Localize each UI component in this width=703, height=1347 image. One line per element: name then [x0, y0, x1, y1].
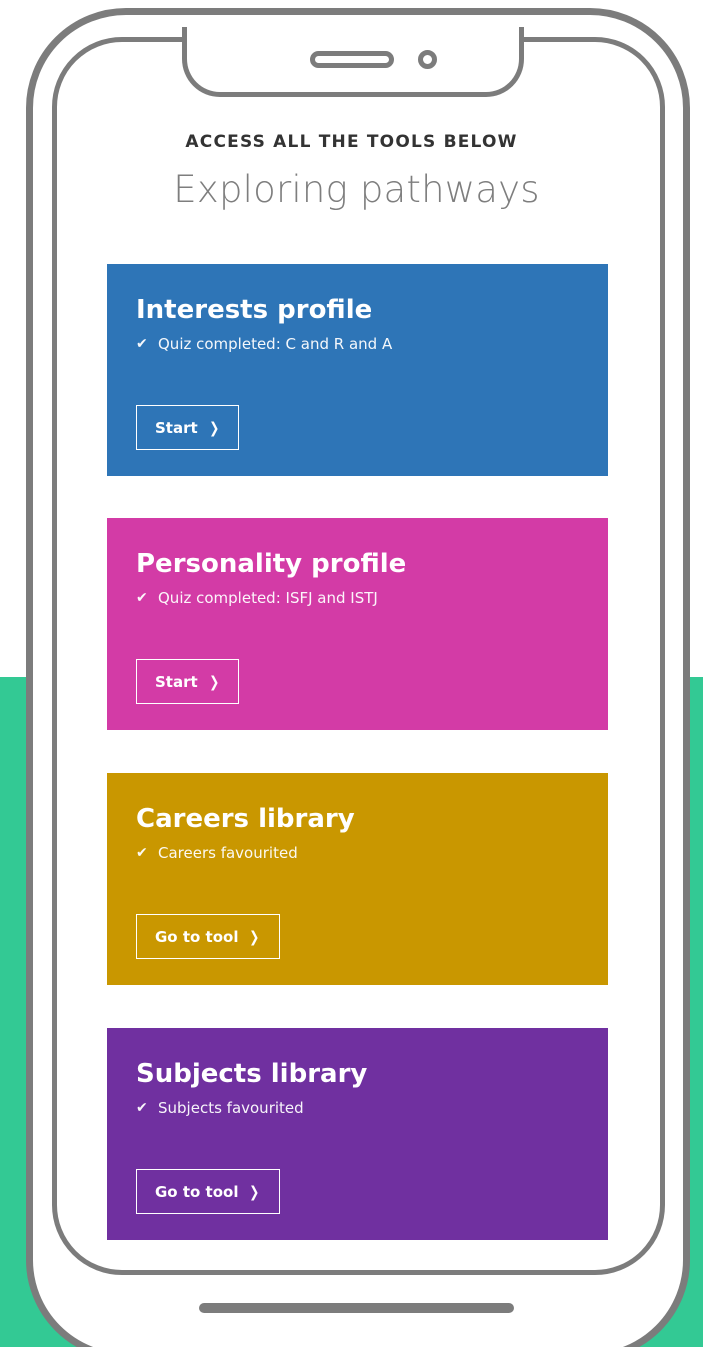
page-title: Exploring pathways: [173, 168, 540, 211]
chevron-right-icon: ❯: [208, 418, 219, 437]
card-personality-profile: Personality profile ✔ Quiz completed: IS…: [107, 518, 608, 730]
button-label: Start: [155, 672, 198, 691]
start-button[interactable]: Start ❯: [136, 405, 240, 450]
go-to-tool-button[interactable]: Go to tool ❯: [136, 914, 281, 959]
button-label: Go to tool: [155, 1182, 239, 1201]
card-title: Personality profile: [136, 549, 407, 579]
card-status: ✔ Quiz completed: C and R and A: [136, 335, 608, 353]
illustration-stage: ACCESS ALL THE TOOLS BELOW Exploring pat…: [0, 0, 703, 1347]
check-icon: ✔: [136, 336, 148, 352]
card-status-text: Quiz completed: C and R and A: [158, 335, 393, 353]
section-eyebrow: ACCESS ALL THE TOOLS BELOW: [185, 132, 518, 152]
card-title: Careers library: [136, 804, 355, 834]
card-status-text: Quiz completed: ISFJ and ISTJ: [158, 589, 378, 607]
check-icon: ✔: [136, 845, 148, 861]
go-to-tool-button[interactable]: Go to tool ❯: [136, 1169, 281, 1214]
card-status: ✔ Quiz completed: ISFJ and ISTJ: [136, 589, 608, 607]
card-status: ✔ Careers favourited: [136, 844, 608, 862]
check-icon: ✔: [136, 1100, 148, 1116]
chevron-right-icon: ❯: [249, 927, 260, 946]
card-status-text: Careers favourited: [158, 844, 298, 862]
card-title: Subjects library: [136, 1059, 368, 1089]
chevron-right-icon: ❯: [208, 672, 219, 691]
button-label: Start: [155, 418, 198, 437]
chevron-right-icon: ❯: [249, 1182, 260, 1201]
home-indicator[interactable]: [199, 1303, 514, 1313]
card-title: Interests profile: [136, 295, 373, 325]
card-subjects-library: Subjects library ✔ Subjects favourited G…: [107, 1028, 608, 1240]
card-status: ✔ Subjects favourited: [136, 1099, 608, 1117]
button-label: Go to tool: [155, 927, 239, 946]
card-careers-library: Careers library ✔ Careers favourited Go …: [107, 773, 608, 985]
card-interests-profile: Interests profile ✔ Quiz completed: C an…: [107, 264, 608, 476]
speaker-icon: [310, 51, 394, 68]
camera-icon: [418, 50, 437, 69]
start-button[interactable]: Start ❯: [136, 659, 240, 704]
check-icon: ✔: [136, 590, 148, 606]
card-status-text: Subjects favourited: [158, 1099, 304, 1117]
